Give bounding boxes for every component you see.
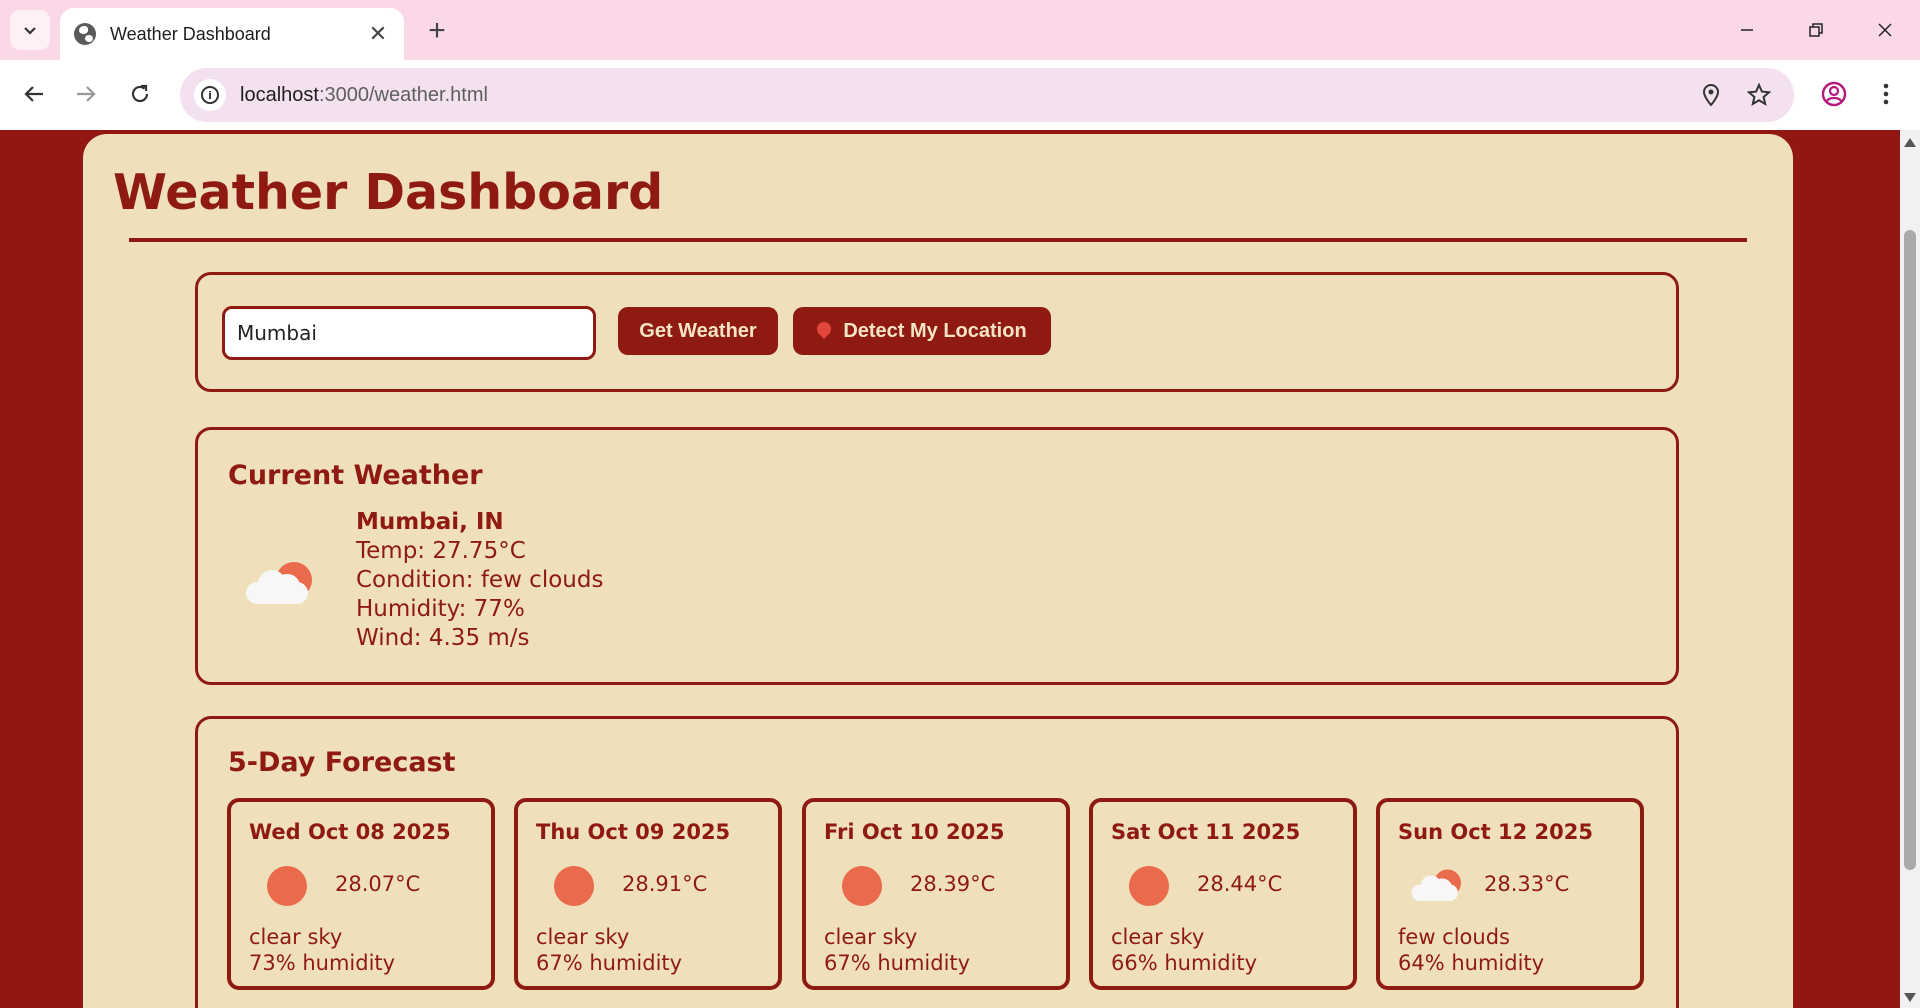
forecast-date: Thu Oct 09 2025 [536,820,731,844]
forecast-card: Wed Oct 08 2025 28.07°C clear sky 73% hu… [227,798,495,990]
forecast-date: Sat Oct 11 2025 [1111,820,1301,844]
current-temp: Temp: 27.75°C [356,538,526,564]
arrow-right-icon [77,86,96,102]
detect-location-label: Detect My Location [843,319,1027,342]
forecast-humidity: 73% humidity [249,951,396,975]
restore-button[interactable] [1793,12,1839,48]
forecast-card: Fri Oct 10 2025 28.39°C clear sky 67% hu… [802,798,1070,990]
address-bar[interactable]: i localhost:3000/weather.html [180,68,1794,122]
forecast-details: clear sky 67% humidity [536,924,682,976]
profile-icon [1821,81,1847,107]
forecast-details: clear sky 66% humidity [1111,924,1257,976]
forecast-humidity: 67% humidity [536,951,683,975]
forward-button[interactable] [66,74,106,114]
current-wind: Wind: 4.35 m/s [356,625,530,651]
detect-location-button[interactable]: Detect My Location [793,307,1051,355]
forecast-date: Wed Oct 08 2025 [249,820,451,844]
tab-title: Weather Dashboard [110,23,271,44]
search-panel: Get Weather Detect My Location [195,272,1679,392]
current-weather-panel: Current Weather Mumbai, IN Temp: 27.75°C… [195,427,1679,685]
current-weather-heading: Current Weather [228,460,483,491]
sun-icon [1129,866,1169,906]
forecast-condition: clear sky [1111,925,1205,949]
scroll-thumb[interactable] [1904,230,1916,870]
forecast-humidity: 67% humidity [824,951,971,975]
forecast-details: few clouds 64% humidity [1398,924,1544,976]
page-viewport: Weather Dashboard Get Weather Detect My … [0,130,1900,1008]
globe-icon [74,23,96,45]
forecast-temp: 28.44°C [1197,872,1283,896]
profile-button[interactable] [1814,74,1854,114]
url-host: localhost [240,83,319,106]
forecast-card: Sun Oct 12 2025 28.33°C few clouds 64% h… [1376,798,1644,990]
get-weather-label: Get Weather [639,319,757,342]
city-input[interactable] [222,306,596,360]
url-path: :3000/weather.html [318,83,488,106]
forecast-heading: 5-Day Forecast [228,747,456,778]
forecast-temp: 28.07°C [335,872,421,896]
browser-toolbar: i localhost:3000/weather.html [0,60,1920,130]
scroll-up-arrow-icon[interactable] [1904,138,1916,147]
forecast-humidity: 64% humidity [1398,951,1545,975]
current-condition: Condition: few clouds [356,567,604,593]
forecast-condition: clear sky [824,925,918,949]
close-window-button[interactable] [1862,12,1908,48]
arrow-left-icon [24,86,43,102]
current-city: Mumbai, IN [356,509,504,535]
map-pin-icon [814,319,835,339]
page-scrollbar[interactable] [1900,130,1920,1008]
bookmark-star-icon[interactable] [1744,80,1774,110]
menu-button[interactable] [1866,74,1906,114]
forecast-temp: 28.39°C [910,872,996,896]
forecast-card: Thu Oct 09 2025 28.91°C clear sky 67% hu… [514,798,782,990]
forecast-details: clear sky 67% humidity [824,924,970,976]
minimize-icon [1741,29,1753,31]
location-pin-icon[interactable] [1696,80,1726,110]
get-weather-button[interactable]: Get Weather [618,307,778,355]
restore-icon [1809,23,1823,37]
forecast-condition: clear sky [536,925,630,949]
current-weather-details: Mumbai, IN Temp: 27.75°C Condition: few … [356,508,603,653]
minimize-button[interactable] [1724,12,1770,48]
forecast-card: Sat Oct 11 2025 28.44°C clear sky 66% hu… [1089,798,1357,990]
close-tab-icon[interactable]: ✕ [366,21,390,47]
forecast-temp: 28.91°C [622,872,708,896]
forecast-condition: clear sky [249,925,343,949]
new-tab-button[interactable]: + [420,14,454,48]
forecast-date: Sun Oct 12 2025 [1398,820,1593,844]
forecast-panel: 5-Day Forecast Wed Oct 08 2025 28.07°C c… [195,716,1679,1008]
current-humidity: Humidity: 77% [356,596,525,622]
tab-search-button[interactable] [10,10,50,50]
forecast-details: clear sky 73% humidity [249,924,395,976]
cloud-sun-icon [1410,868,1480,918]
forecast-humidity: 66% humidity [1111,951,1258,975]
sun-icon [554,866,594,906]
back-button[interactable] [14,74,54,114]
more-vertical-icon [1883,83,1889,105]
sun-icon [267,866,307,906]
sun-icon [842,866,882,906]
reload-button[interactable] [120,74,160,114]
forecast-date: Fri Oct 10 2025 [824,820,1005,844]
chevron-down-icon [24,27,36,35]
site-info-icon[interactable]: i [194,79,226,111]
page-title: Weather Dashboard [113,164,664,221]
dashboard-card: Weather Dashboard Get Weather Detect My … [83,134,1793,1008]
forecast-condition: few clouds [1398,925,1510,949]
url-text: localhost:3000/weather.html [240,84,488,107]
close-icon [1878,23,1892,37]
scroll-down-arrow-icon[interactable] [1904,993,1916,1002]
cloud-sun-icon [244,560,314,610]
reload-icon [131,84,149,103]
forecast-temp: 28.33°C [1484,872,1570,896]
title-divider [129,238,1747,242]
tab-strip: Weather Dashboard ✕ + [0,0,1920,60]
browser-tab[interactable]: Weather Dashboard ✕ [60,8,404,60]
